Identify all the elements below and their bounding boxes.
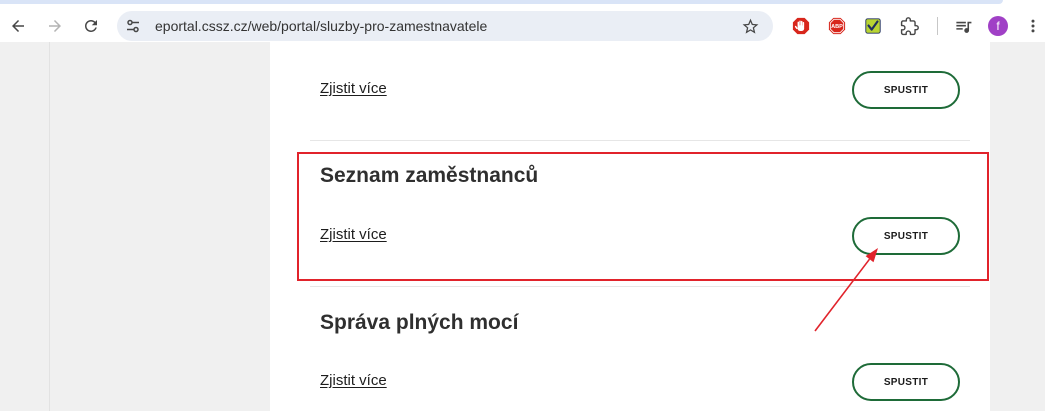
more-info-link[interactable]: Zjistit více [320,79,387,99]
tune-icon [127,19,139,33]
launch-button[interactable]: SPUSTIT [852,363,960,401]
kebab-menu-icon [1031,19,1035,33]
green-check-icon [865,18,881,34]
extension-adblock-button[interactable] [787,12,815,40]
extension-adblock-plus-button[interactable]: ABP [823,12,851,40]
toolbar-divider [937,17,938,35]
service-title: Správa plných mocí [320,311,519,334]
browser-menu-button[interactable] [1022,12,1044,40]
extension-check-button[interactable] [859,12,887,40]
address-bar[interactable]: eportal.cssz.cz/web/portal/sluzby-pro-za… [117,11,773,41]
service-title: Seznam zaměstnanců [320,164,539,187]
puzzle-icon [900,16,919,35]
page-viewport: Zjistit více SPUSTIT Seznam zaměstnanců … [0,42,1045,411]
launch-button[interactable]: SPUSTIT [852,217,960,255]
profile-initial: f [996,19,1000,33]
tab-strip [0,0,1003,4]
abp-label: ABP [831,24,843,30]
service-item: Správa plných mocí Zjistit více SPUSTIT [270,287,990,411]
forward-button[interactable] [41,12,69,40]
adblock-plus-icon: ABP [828,17,846,35]
star-icon [742,18,758,34]
browser-toolbar: eportal.cssz.cz/web/portal/sluzby-pro-za… [0,0,1045,42]
adblock-hand-icon [792,17,810,35]
url-input[interactable]: eportal.cssz.cz/web/portal/sluzby-pro-za… [155,11,487,41]
reload-button[interactable] [77,12,105,40]
media-controls-button[interactable] [949,12,977,40]
arrow-right-icon [49,20,61,32]
more-info-link[interactable]: Zjistit více [320,371,387,391]
arrow-left-icon [12,20,24,32]
left-edge-line [49,42,50,411]
avatar: f [988,16,1008,36]
site-info-button[interactable] [121,14,145,38]
bookmark-button[interactable] [738,14,762,38]
service-item: Zjistit více SPUSTIT [270,42,990,140]
launch-button[interactable]: SPUSTIT [852,71,960,109]
content-column: Zjistit více SPUSTIT Seznam zaměstnanců … [270,42,990,411]
reload-icon [85,20,97,32]
service-item: Seznam zaměstnanců Zjistit více SPUSTIT [270,141,990,286]
back-button[interactable] [4,12,32,40]
profile-button[interactable]: f [984,12,1012,40]
more-info-link[interactable]: Zjistit více [320,225,387,245]
queue-music-icon [955,21,971,33]
extensions-menu-button[interactable] [895,12,923,40]
